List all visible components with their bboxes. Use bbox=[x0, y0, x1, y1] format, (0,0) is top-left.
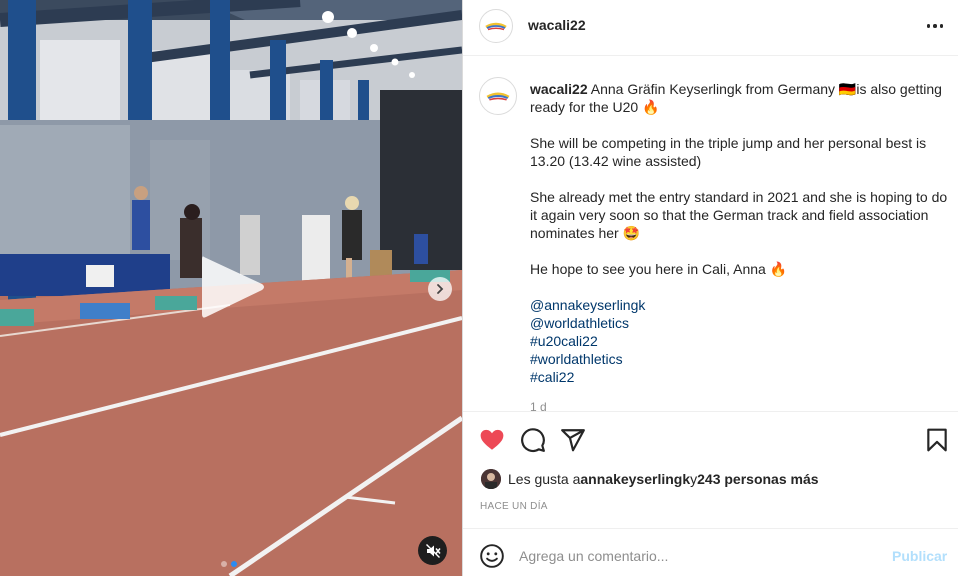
logo-icon bbox=[486, 92, 510, 101]
caption-username[interactable]: wacali22 bbox=[530, 81, 588, 97]
caption-line: He hope to see you here in Cali, Anna 🔥 bbox=[530, 261, 788, 277]
hashtag-link[interactable]: #worldathletics bbox=[530, 350, 948, 368]
more-icon bbox=[926, 24, 931, 28]
caption-text: Anna Gräfin Keyserlingk from Germany 🇩🇪i… bbox=[530, 81, 942, 115]
like-button[interactable] bbox=[479, 427, 505, 453]
likes-mid: y bbox=[690, 471, 698, 487]
share-icon bbox=[561, 429, 585, 452]
comment-composer: Publicar bbox=[463, 528, 958, 576]
likes-others[interactable]: 243 personas más bbox=[697, 471, 818, 487]
carousel-dot-active bbox=[231, 561, 237, 567]
play-icon bbox=[202, 256, 264, 318]
caption-avatar[interactable] bbox=[479, 77, 517, 115]
caption-area[interactable]: wacali22 Anna Gräfin Keyserlingk from Ge… bbox=[463, 57, 958, 411]
hashtag-link[interactable]: #u20cali22 bbox=[530, 332, 948, 350]
caption-line: She will be competing in the triple jump… bbox=[530, 135, 927, 169]
carousel-dot bbox=[221, 561, 227, 567]
post-header: wacali22 bbox=[463, 0, 958, 56]
mute-icon bbox=[425, 543, 441, 558]
comment-icon bbox=[521, 428, 545, 453]
bookmark-icon bbox=[927, 428, 947, 452]
avatar[interactable] bbox=[479, 9, 513, 43]
mute-button[interactable] bbox=[418, 536, 447, 565]
caption-tags: @annakeyserlingk @worldathletics #u20cal… bbox=[530, 296, 948, 386]
hashtag-link[interactable]: #cali22 bbox=[530, 368, 948, 386]
username-link[interactable]: wacali22 bbox=[528, 17, 586, 33]
save-button[interactable] bbox=[924, 427, 950, 453]
avatar-photo bbox=[481, 469, 501, 489]
emoji-button[interactable] bbox=[479, 543, 505, 569]
comment-button[interactable] bbox=[520, 427, 546, 453]
publish-button[interactable]: Publicar bbox=[892, 548, 947, 564]
caption-line: She already met the entry standard in 20… bbox=[530, 189, 948, 241]
logo-icon bbox=[485, 22, 507, 31]
likes-prefix: Les gusta a bbox=[508, 471, 581, 487]
heart-icon bbox=[480, 429, 504, 450]
post-media[interactable] bbox=[0, 0, 462, 576]
action-bar: Les gusta a annakeyserlingk y 243 person… bbox=[463, 411, 958, 527]
next-slide-button[interactable] bbox=[428, 277, 452, 301]
more-icon-dot bbox=[933, 24, 937, 28]
carousel-indicator bbox=[221, 561, 237, 567]
mention-link[interactable]: @worldathletics bbox=[530, 314, 948, 332]
caption-line: wacali22 Anna Gräfin Keyserlingk from Ge… bbox=[530, 80, 948, 116]
emoji-icon bbox=[480, 544, 504, 568]
post-timestamp: HACE UN DÍA bbox=[480, 501, 548, 512]
mention-link[interactable]: @annakeyserlingk bbox=[530, 296, 948, 314]
likes-summary: Les gusta a annakeyserlingk y 243 person… bbox=[481, 469, 819, 489]
more-options-button[interactable] bbox=[923, 16, 947, 36]
more-icon-dot bbox=[939, 24, 944, 28]
post-sidebar: wacali22 wacali22 Anna Gräfin Keyserling… bbox=[463, 0, 958, 576]
liker-avatar[interactable] bbox=[481, 469, 501, 489]
chevron-right-icon bbox=[437, 284, 444, 294]
liker-username[interactable]: annakeyserlingk bbox=[580, 471, 690, 487]
comment-input[interactable] bbox=[519, 543, 879, 569]
play-button[interactable] bbox=[196, 251, 268, 323]
caption-time: 1 d bbox=[530, 400, 547, 411]
share-button[interactable] bbox=[560, 427, 586, 453]
post-caption: wacali22 Anna Gräfin Keyserlingk from Ge… bbox=[530, 80, 948, 411]
